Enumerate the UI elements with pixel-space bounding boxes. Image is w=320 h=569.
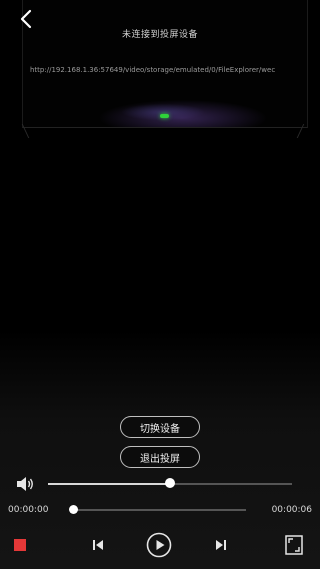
cast-player-screen: 未连接到投屏设备 http://192.168.1.36:57649/video…: [0, 0, 320, 569]
skip-previous-icon[interactable]: [89, 536, 107, 554]
total-time: 00:00:06: [271, 505, 312, 515]
volume-slider-thumb[interactable]: [165, 478, 175, 488]
stop-icon[interactable]: [14, 539, 26, 551]
current-time: 00:00:00: [8, 505, 49, 515]
play-circle-icon[interactable]: [146, 532, 172, 558]
switch-device-button[interactable]: 切换设备: [120, 416, 200, 438]
tv-power-indicator: [160, 114, 169, 118]
skip-next-icon[interactable]: [212, 536, 230, 554]
seek-bar-thumb[interactable]: [69, 505, 78, 514]
tv-illustration: [22, 0, 308, 128]
media-url: http://192.168.1.36:57649/video/storage/…: [30, 66, 276, 74]
fullscreen-icon[interactable]: [284, 534, 304, 556]
seek-bar-track[interactable]: [72, 509, 246, 511]
exit-cast-button[interactable]: 退出投屏: [120, 446, 200, 468]
chevron-left-icon: [20, 9, 32, 29]
speaker-icon[interactable]: [15, 475, 35, 493]
volume-slider-fill: [48, 483, 170, 485]
cast-status-text: 未连接到投屏设备: [121, 30, 198, 40]
